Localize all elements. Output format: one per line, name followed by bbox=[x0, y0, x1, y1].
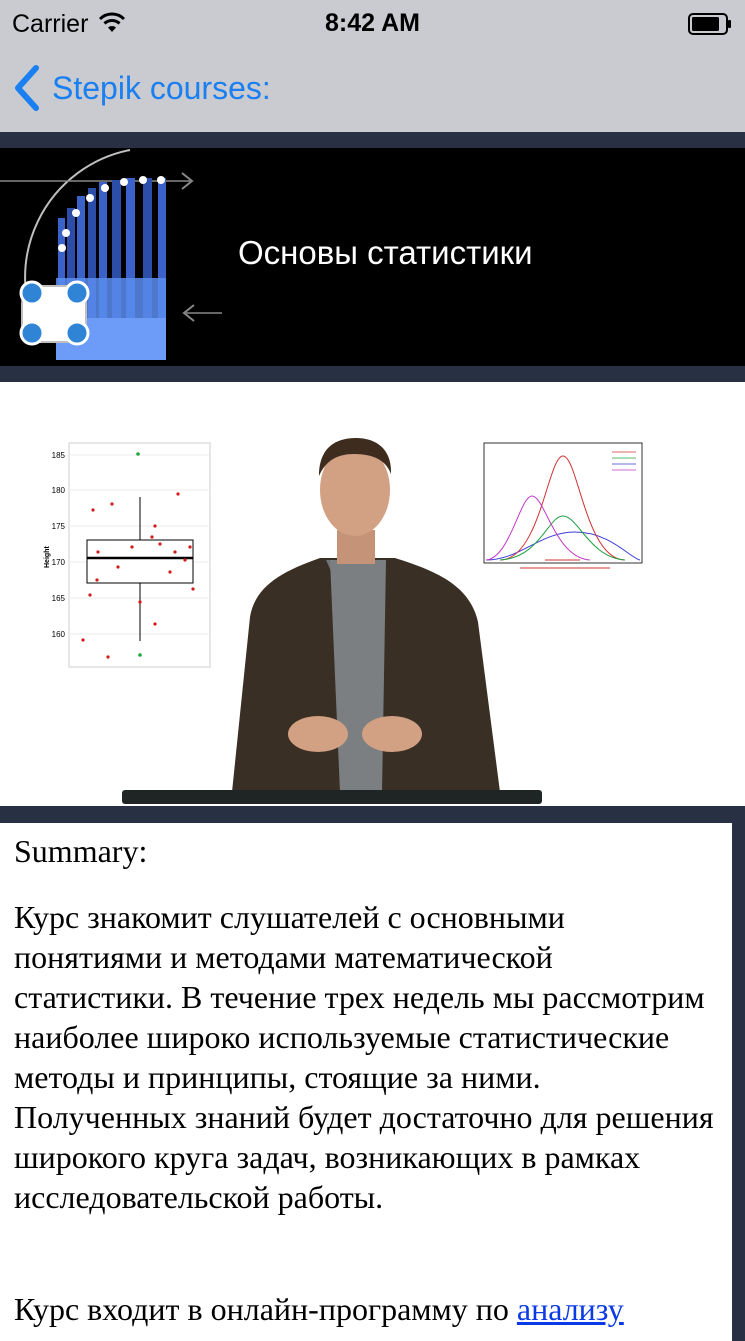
boxplot-tick: 175 bbox=[52, 522, 66, 531]
boxplot-tick: 180 bbox=[52, 486, 66, 495]
summary-paragraph: Курс знакомит слушателей с основными пон… bbox=[14, 899, 714, 1215]
summary-paragraph-2: Курс входит в онлайн-программу по анализ… bbox=[14, 1289, 718, 1329]
video-preview[interactable]: 185 180 175 170 165 160 Height bbox=[0, 382, 745, 806]
presenter-image bbox=[232, 438, 500, 792]
clock: 8:42 AM bbox=[325, 9, 420, 37]
boxplot-tick: 170 bbox=[52, 558, 66, 567]
lecture-video-frame: 185 180 175 170 165 160 Height bbox=[44, 438, 643, 804]
summary-section: Summary: Курс знакомит слушателей с осно… bbox=[0, 823, 732, 1341]
boxplot-tick: 160 bbox=[52, 630, 66, 639]
laptop-image bbox=[122, 790, 542, 804]
boxplot-tick: 165 bbox=[52, 594, 66, 603]
boxplot-figure: 185 180 175 170 165 160 Height bbox=[44, 442, 211, 668]
status-bar: Carrier 8:42 AM bbox=[0, 0, 745, 48]
boxplot-ylabel: Height bbox=[44, 546, 51, 568]
battery-icon bbox=[688, 13, 731, 35]
course-banner: Основы статистики bbox=[0, 148, 745, 366]
course-logo-image bbox=[0, 149, 222, 360]
summary-paragraph-2-text: Курс входит в онлайн-программу по bbox=[14, 1291, 517, 1327]
course-title: Основы статистики bbox=[238, 234, 533, 271]
back-button-label: Stepik courses: bbox=[52, 69, 271, 106]
distribution-curves-figure bbox=[483, 442, 643, 569]
summary-heading: Summary: bbox=[14, 833, 148, 869]
chevron-left-icon bbox=[15, 65, 39, 111]
navigation-header: Carrier 8:42 AM Stepik courses: bbox=[0, 0, 745, 132]
back-button[interactable]: Stepik courses: bbox=[12, 62, 271, 114]
summary-link[interactable]: анализу bbox=[517, 1291, 624, 1327]
boxplot-tick: 185 bbox=[52, 451, 66, 460]
